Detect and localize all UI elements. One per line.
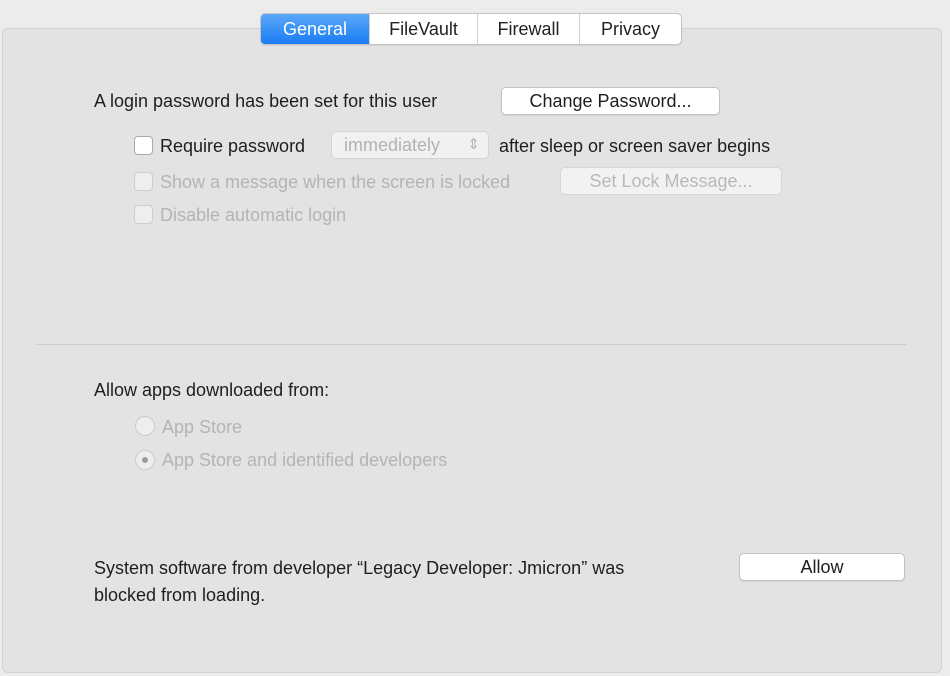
allow-button[interactable]: Allow	[739, 553, 905, 581]
tab-firewall[interactable]: Firewall	[477, 14, 579, 44]
section-divider	[36, 344, 906, 345]
set-lock-message-button[interactable]: Set Lock Message...	[560, 167, 782, 195]
chevron-updown-icon: ⇕	[467, 136, 480, 153]
require-password-delay-value: immediately	[344, 135, 441, 155]
radio-selected-dot	[142, 457, 148, 463]
change-password-button[interactable]: Change Password...	[501, 87, 720, 115]
tab-general[interactable]: General	[261, 14, 369, 44]
require-password-label: Require password	[160, 136, 306, 156]
disable-auto-login-checkbox[interactable]	[134, 205, 153, 224]
show-message-checkbox[interactable]	[134, 172, 153, 191]
login-password-text: A login password has been set for this u…	[94, 91, 438, 111]
radio-app-store-identified-label: App Store and identified developers	[162, 450, 448, 470]
radio-app-store-label: App Store	[162, 417, 243, 437]
require-password-checkbox[interactable]	[134, 136, 153, 155]
radio-app-store[interactable]	[135, 416, 155, 436]
require-password-delay-select[interactable]: immediately ⇕	[331, 131, 489, 159]
tab-bar: General FileVault Firewall Privacy	[260, 13, 682, 45]
after-sleep-text: after sleep or screen saver begins	[499, 136, 771, 156]
allow-apps-heading: Allow apps downloaded from:	[94, 380, 330, 400]
disable-auto-login-label: Disable automatic login	[160, 205, 347, 225]
blocked-software-line2: blocked from loading.	[94, 585, 266, 605]
blocked-software-line1: System software from developer “Legacy D…	[94, 558, 625, 578]
show-message-label: Show a message when the screen is locked	[160, 172, 511, 192]
radio-app-store-identified[interactable]	[135, 450, 155, 470]
tab-filevault[interactable]: FileVault	[369, 14, 477, 44]
tab-privacy[interactable]: Privacy	[579, 14, 681, 44]
